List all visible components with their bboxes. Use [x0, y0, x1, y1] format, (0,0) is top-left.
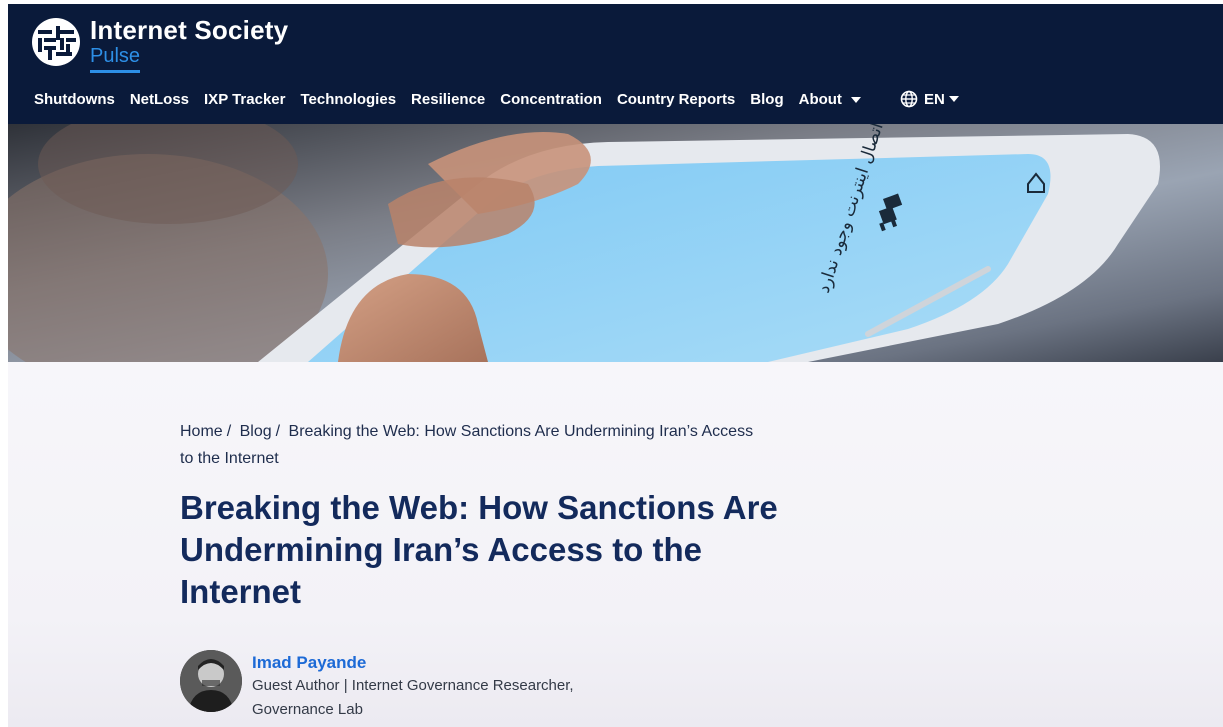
nav-item-concentration[interactable]: Concentration — [500, 91, 602, 108]
site-logo[interactable]: Internet Society Pulse — [30, 16, 288, 73]
chevron-down-icon — [850, 96, 861, 103]
language-label: EN — [923, 90, 945, 108]
main-nav: Shutdowns NetLoss IXP Tracker Technologi… — [34, 87, 959, 111]
nav-item-ixp-tracker[interactable]: IXP Tracker — [204, 91, 285, 108]
avatar[interactable] — [180, 650, 242, 712]
breadcrumb-blog[interactable]: Blog — [240, 423, 272, 440]
brand-subtitle: Pulse — [90, 45, 141, 73]
site-header: Internet Society Pulse Shutdowns NetLoss… — [8, 4, 1223, 124]
hero-image: اتصال اینترنت وجود ندارد — [8, 124, 1223, 362]
nav-item-country-reports[interactable]: Country Reports — [617, 91, 735, 108]
author-block: Imad Payande Guest Author | Internet Gov… — [180, 650, 582, 722]
nav-item-about-label: About — [798, 90, 842, 108]
author-role: Guest Author | Internet Governance Resea… — [252, 677, 574, 718]
internet-society-globe-icon — [32, 18, 80, 66]
brand-title: Internet Society — [90, 15, 289, 45]
article-content: Home / Blog / Breaking the Web: How Sancti… — [8, 362, 1223, 727]
breadcrumb-separator: / — [275, 423, 281, 440]
nav-item-shutdowns[interactable]: Shutdowns — [34, 91, 115, 108]
language-selector[interactable]: EN — [900, 90, 959, 108]
page-title: Breaking the Web: How Sanctions Are Unde… — [180, 489, 778, 610]
nav-item-blog[interactable]: Blog — [750, 91, 783, 108]
browser-viewport: Internet Society Pulse Shutdowns NetLoss… — [8, 4, 1223, 727]
breadcrumb-home[interactable]: Home — [180, 423, 223, 440]
hero-phone-illustration: اتصال اینترنت وجود ندارد — [8, 124, 1223, 362]
author-photo — [180, 650, 242, 712]
nav-item-resilience[interactable]: Resilience — [411, 91, 485, 108]
nav-item-netloss[interactable]: NetLoss — [130, 91, 189, 108]
nav-item-about[interactable]: About — [799, 91, 861, 108]
author-name-link[interactable]: Imad Payande — [252, 652, 582, 674]
breadcrumb: Home / Blog / Breaking the Web: How Sancti… — [180, 418, 770, 472]
globe-icon — [900, 90, 918, 108]
chevron-down-icon — [948, 96, 959, 102]
breadcrumb-separator: / — [226, 423, 232, 440]
nav-item-technologies[interactable]: Technologies — [300, 91, 396, 108]
